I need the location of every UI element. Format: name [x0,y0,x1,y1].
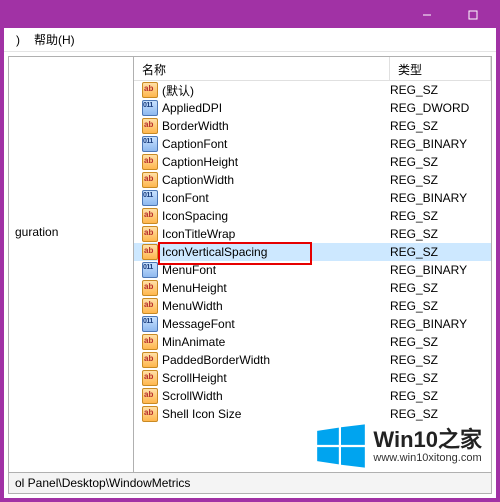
reg-string-icon [142,406,158,422]
value-type: REG_DWORD [390,101,491,115]
column-headers: 名称 类型 [134,57,491,81]
value-name: MenuWidth [162,299,390,313]
value-name: Shell Icon Size [162,407,390,421]
maximize-button[interactable] [450,4,496,26]
value-name: CaptionHeight [162,155,390,169]
menu-help[interactable]: 帮助(H) [28,29,81,50]
reg-string-icon [142,388,158,404]
value-name: MessageFont [162,317,390,331]
value-name: (默认) [162,82,390,99]
value-type: REG_SZ [390,173,491,187]
reg-string-icon [142,118,158,134]
value-type: REG_SZ [390,245,491,259]
value-type: REG_SZ [390,209,491,223]
reg-string-icon [142,226,158,242]
column-header-name[interactable]: 名称 [134,57,390,80]
reg-string-icon [142,208,158,224]
reg-binary-icon [142,190,158,206]
value-type: REG_SZ [390,155,491,169]
value-type: REG_SZ [390,281,491,295]
menu-item-1[interactable]: ) [10,31,26,49]
reg-string-icon [142,352,158,368]
list-row[interactable]: ScrollHeightREG_SZ [134,369,491,387]
list-row[interactable]: PaddedBorderWidthREG_SZ [134,351,491,369]
reg-string-icon [142,82,158,98]
reg-binary-icon [142,136,158,152]
reg-binary-icon [142,100,158,116]
list-row[interactable]: MenuHeightREG_SZ [134,279,491,297]
reg-string-icon [142,370,158,386]
statusbar: ol Panel\Desktop\WindowMetrics [8,472,492,494]
list-row[interactable]: IconFontREG_BINARY [134,189,491,207]
value-type: REG_SZ [390,389,491,403]
menubar: ) 帮助(H) [4,28,496,52]
value-type: REG_BINARY [390,191,491,205]
list-row[interactable]: IconTitleWrapREG_SZ [134,225,491,243]
value-name: PaddedBorderWidth [162,353,390,367]
reg-binary-icon [142,316,158,332]
value-name: AppliedDPI [162,101,390,115]
listview[interactable]: 名称 类型 (默认)REG_SZAppliedDPIREG_DWORDBorde… [134,56,492,494]
window-frame: ) 帮助(H) guration 名称 类型 (默认)REG_SZApplied… [0,0,500,502]
list-row[interactable]: (默认)REG_SZ [134,81,491,99]
reg-string-icon [142,298,158,314]
value-type: REG_SZ [390,299,491,313]
value-name: IconFont [162,191,390,205]
value-type: REG_SZ [390,353,491,367]
column-header-type[interactable]: 类型 [390,57,491,80]
value-type: REG_SZ [390,371,491,385]
list-row[interactable]: ScrollWidthREG_SZ [134,387,491,405]
list-row[interactable]: CaptionHeightREG_SZ [134,153,491,171]
minimize-button[interactable] [404,4,450,26]
value-type: REG_SZ [390,335,491,349]
value-name: ScrollWidth [162,389,390,403]
list-rows: (默认)REG_SZAppliedDPIREG_DWORDBorderWidth… [134,81,491,476]
value-name: IconSpacing [162,209,390,223]
value-name: CaptionWidth [162,173,390,187]
list-row[interactable]: IconVerticalSpacingREG_SZ [134,243,491,261]
value-name: MinAnimate [162,335,390,349]
value-name: IconTitleWrap [162,227,390,241]
value-type: REG_SZ [390,119,491,133]
value-name: BorderWidth [162,119,390,133]
value-type: REG_SZ [390,227,491,241]
client-area: guration 名称 类型 (默认)REG_SZAppliedDPIREG_D… [8,56,492,494]
maximize-icon [468,10,478,20]
list-row[interactable]: IconSpacingREG_SZ [134,207,491,225]
value-type: REG_BINARY [390,263,491,277]
titlebar[interactable] [4,4,496,28]
reg-string-icon [142,244,158,260]
value-type: REG_SZ [390,407,491,421]
list-row[interactable]: CaptionFontREG_BINARY [134,135,491,153]
list-row[interactable]: AppliedDPIREG_DWORD [134,99,491,117]
tree-item-selected[interactable]: guration [15,225,58,239]
list-row[interactable]: MenuFontREG_BINARY [134,261,491,279]
value-name: CaptionFont [162,137,390,151]
reg-string-icon [142,280,158,296]
tree-panel[interactable]: guration [8,56,134,494]
value-name: ScrollHeight [162,371,390,385]
window-controls [404,4,496,26]
statusbar-path: ol Panel\Desktop\WindowMetrics [15,476,190,490]
list-row[interactable]: CaptionWidthREG_SZ [134,171,491,189]
list-row[interactable]: MessageFontREG_BINARY [134,315,491,333]
reg-string-icon [142,334,158,350]
value-type: REG_BINARY [390,137,491,151]
value-type: REG_BINARY [390,317,491,331]
list-row[interactable]: BorderWidthREG_SZ [134,117,491,135]
list-row[interactable]: MenuWidthREG_SZ [134,297,491,315]
value-name: MenuFont [162,263,390,277]
value-name: IconVerticalSpacing [162,245,390,259]
reg-string-icon [142,154,158,170]
reg-binary-icon [142,262,158,278]
reg-string-icon [142,172,158,188]
value-type: REG_SZ [390,83,491,97]
value-name: MenuHeight [162,281,390,295]
list-row[interactable]: Shell Icon SizeREG_SZ [134,405,491,423]
minimize-icon [422,10,432,20]
list-row[interactable]: MinAnimateREG_SZ [134,333,491,351]
